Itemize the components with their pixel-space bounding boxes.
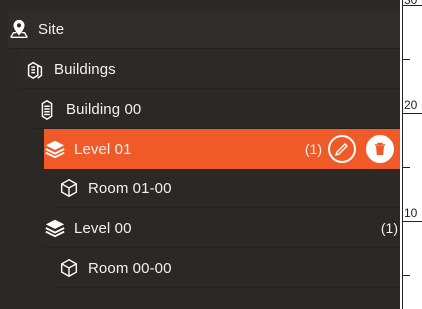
tree-item-label: Building 00 <box>66 100 142 118</box>
cube-icon <box>58 257 80 279</box>
vertical-ruler: 30 20 10 <box>400 0 422 309</box>
tree-item-site[interactable]: Site <box>8 10 400 49</box>
ruler-tick <box>402 113 422 114</box>
item-count: (1) <box>304 141 322 157</box>
tree-item-label: Room 01-00 <box>88 179 172 197</box>
tree-item-room-01-00[interactable]: Room 01-00 <box>56 169 400 208</box>
level-tree: Site Buildings Building 00 Level 01 (1) <box>0 0 400 309</box>
tree-item-building-00[interactable]: Building 00 <box>32 90 400 129</box>
tree-item-level-00[interactable]: Level 00 (1) <box>44 209 400 248</box>
tree-item-label: Level 01 <box>74 140 132 158</box>
ruler-tick <box>402 59 410 60</box>
map-pin-icon <box>8 18 30 40</box>
layers-icon <box>44 217 66 239</box>
tree-item-label: Level 00 <box>74 219 132 237</box>
tree-item-room-00-00[interactable]: Room 00-00 <box>56 249 400 288</box>
delete-level-button[interactable] <box>366 135 394 163</box>
pencil-icon <box>334 143 348 157</box>
trash-icon <box>375 142 385 155</box>
ruler-label: 30 <box>404 0 418 7</box>
building-icon <box>36 98 58 120</box>
edit-level-button[interactable] <box>328 135 356 163</box>
cube-icon <box>58 177 80 199</box>
tree-item-buildings[interactable]: Buildings <box>20 50 400 89</box>
item-count: (1) <box>380 220 398 236</box>
tree-item-label: Buildings <box>54 60 116 78</box>
ruler-tick <box>402 167 410 168</box>
ruler-label: 10 <box>404 206 418 220</box>
ruler-axis <box>402 0 403 309</box>
tree-item-label: Site <box>38 20 65 38</box>
ruler-tick <box>402 221 422 222</box>
buildings-icon <box>24 58 46 80</box>
tree-item-label: Room 00-00 <box>88 259 172 277</box>
ruler-label: 20 <box>404 98 418 112</box>
layers-icon <box>44 138 66 160</box>
ruler-tick <box>402 275 410 276</box>
tree-item-level-01[interactable]: Level 01 (1) <box>44 129 400 169</box>
